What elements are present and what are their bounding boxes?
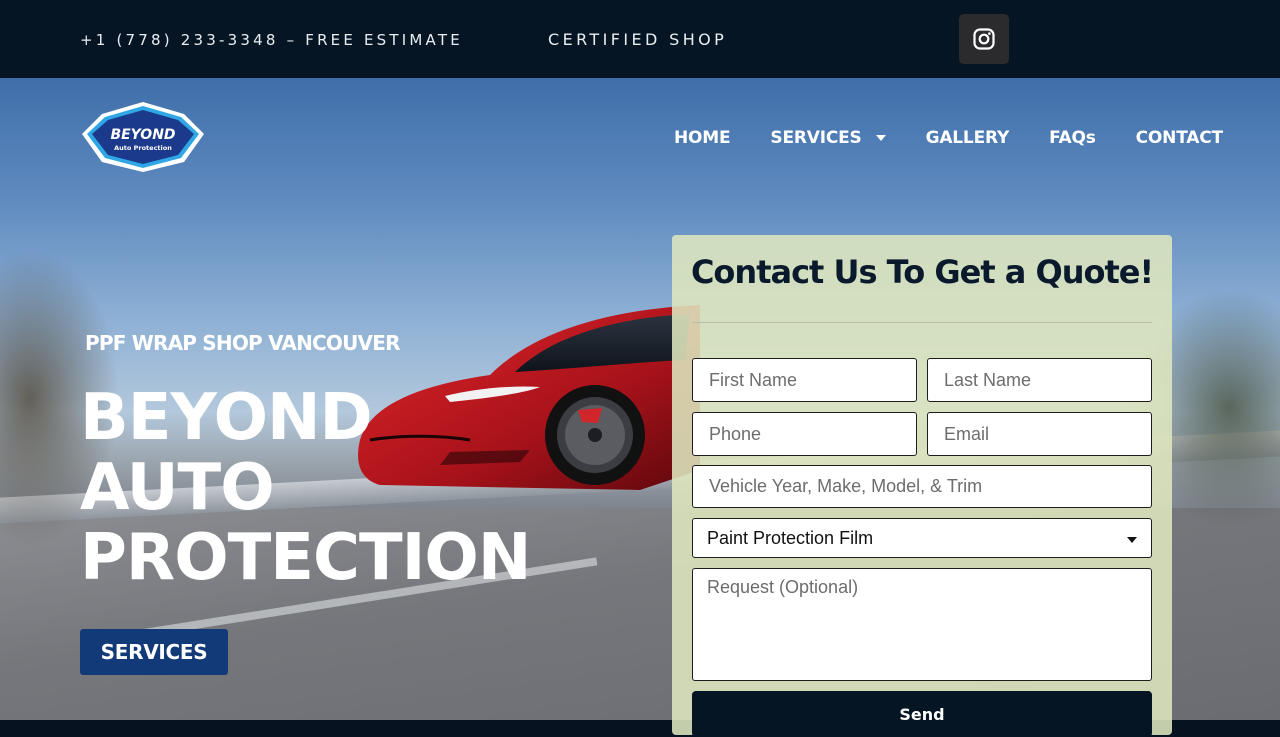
headline-line-1: BEYOND xyxy=(80,381,373,455)
chevron-down-icon xyxy=(1127,537,1137,543)
service-select-value: Paint Protection Film xyxy=(707,527,874,548)
nav-contact-label: CONTACT xyxy=(1135,128,1223,148)
instagram-icon xyxy=(973,28,995,50)
request-textarea[interactable]: Request (Optional) xyxy=(692,568,1152,681)
form-title: Contact Us To Get a Quote! xyxy=(690,253,1154,291)
send-button[interactable]: Send xyxy=(692,691,1152,737)
vehicle-field[interactable]: Vehicle Year, Make, Model, & Trim xyxy=(692,465,1152,508)
services-button[interactable]: SERVICES xyxy=(80,629,228,675)
hero-kicker: PPF WRAP SHOP VANCOUVER xyxy=(85,331,400,355)
nav-services[interactable]: SERVICES xyxy=(770,128,886,148)
last-name-field[interactable]: Last Name xyxy=(927,358,1152,402)
nav-gallery-label: GALLERY xyxy=(925,128,1010,148)
nav-faqs-label: FAQs xyxy=(1049,128,1096,148)
logo-name: BEYOND xyxy=(110,127,175,143)
form-divider xyxy=(692,322,1152,323)
phone-field[interactable]: Phone xyxy=(692,412,917,456)
nav-gallery[interactable]: GALLERY xyxy=(925,128,1010,148)
nav-home-label: HOME xyxy=(674,128,731,148)
headline-line-2: AUTO xyxy=(80,451,275,525)
certified-shop-text: CERTIFIED SHOP xyxy=(548,30,728,49)
top-bar: +1 (778) 233-3348 – FREE ESTIMATE CERTIF… xyxy=(0,0,1280,78)
main-nav: HOME SERVICES GALLERY FAQs CONTACT xyxy=(674,128,1223,148)
hero-headline: BEYOND AUTO PROTECTION xyxy=(80,381,531,595)
quote-form-card: Contact Us To Get a Quote! First Name La… xyxy=(672,235,1172,737)
headline-line-3: PROTECTION xyxy=(80,521,531,595)
nav-faqs[interactable]: FAQs xyxy=(1049,128,1096,148)
service-select[interactable]: Paint Protection Film xyxy=(692,518,1152,558)
logo-tagline: Auto Protection xyxy=(114,144,172,152)
nav-contact[interactable]: CONTACT xyxy=(1136,128,1223,148)
email-field[interactable]: Email xyxy=(927,412,1152,456)
phone-estimate-text[interactable]: +1 (778) 233-3348 – FREE ESTIMATE xyxy=(80,31,463,49)
site-logo[interactable]: BEYOND Auto Protection xyxy=(80,100,206,174)
chevron-down-icon xyxy=(875,135,886,141)
nav-services-label: SERVICES xyxy=(770,128,862,148)
instagram-button[interactable] xyxy=(959,14,1009,64)
first-name-field[interactable]: First Name xyxy=(692,358,917,402)
nav-home[interactable]: HOME xyxy=(674,128,731,148)
